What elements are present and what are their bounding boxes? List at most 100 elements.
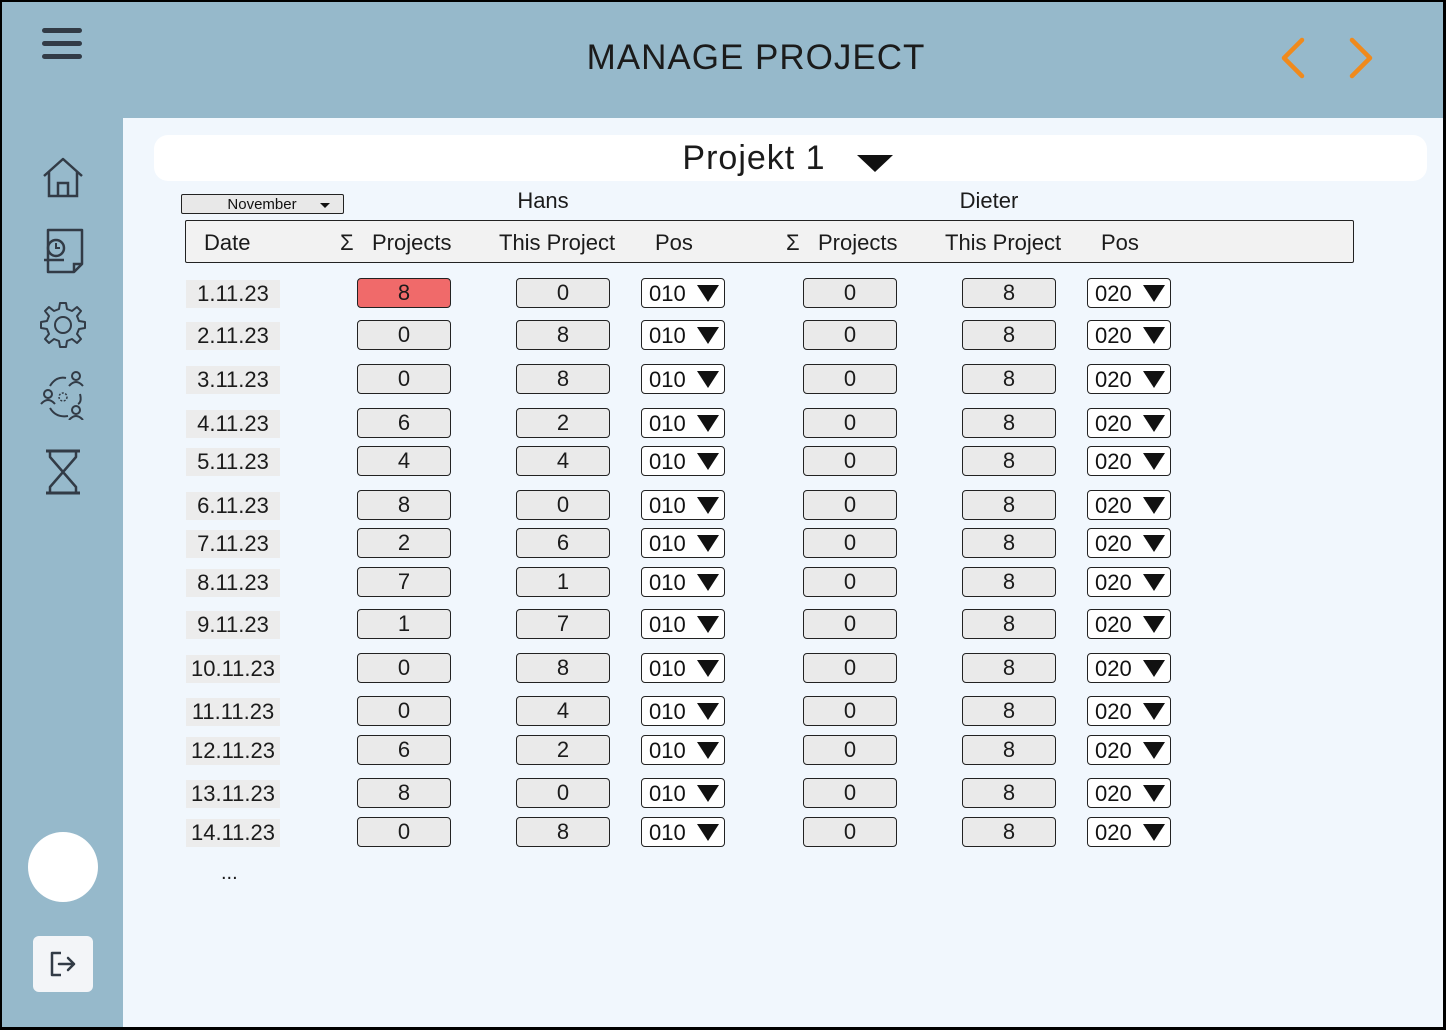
dieter-this-project-input[interactable]: 8 <box>962 320 1056 350</box>
dieter-this-project-input[interactable]: 8 <box>962 446 1056 476</box>
pos-select[interactable]: 010 <box>641 364 725 394</box>
pos-select[interactable]: 010 <box>641 320 725 350</box>
dieter-projects-input[interactable]: 0 <box>803 278 897 308</box>
pos-value: 020 <box>1095 411 1132 436</box>
hans-this-project-input[interactable]: 8 <box>516 817 610 847</box>
logout-button[interactable] <box>33 936 93 992</box>
hans-projects-input[interactable]: 2 <box>357 528 451 558</box>
dieter-this-project-input[interactable]: 8 <box>962 735 1056 765</box>
pos-select[interactable]: 020 <box>1087 320 1171 350</box>
pos-select[interactable]: 010 <box>641 778 725 808</box>
pos-select[interactable]: 020 <box>1087 567 1171 597</box>
dieter-this-project-input[interactable]: 8 <box>962 528 1056 558</box>
hans-this-project-input[interactable]: 1 <box>516 567 610 597</box>
hans-projects-input[interactable]: 0 <box>357 364 451 394</box>
pos-select[interactable]: 010 <box>641 490 725 520</box>
previous-arrow-icon[interactable] <box>1272 34 1312 82</box>
pos-select[interactable]: 020 <box>1087 778 1171 808</box>
dieter-this-project-input[interactable]: 8 <box>962 778 1056 808</box>
dieter-this-project-input[interactable]: 8 <box>962 653 1056 683</box>
pos-select[interactable]: 020 <box>1087 278 1171 308</box>
hans-this-project-input[interactable]: 7 <box>516 609 610 639</box>
pos-select[interactable]: 020 <box>1087 735 1171 765</box>
hans-projects-input[interactable]: 4 <box>357 446 451 476</box>
home-icon[interactable] <box>38 152 88 202</box>
hans-this-project-input[interactable]: 0 <box>516 778 610 808</box>
hans-projects-input[interactable]: 6 <box>357 408 451 438</box>
dieter-projects-input[interactable]: 0 <box>803 817 897 847</box>
month-select[interactable]: November <box>181 194 344 214</box>
pos-select[interactable]: 020 <box>1087 696 1171 726</box>
hans-projects-input[interactable]: 7 <box>357 567 451 597</box>
pos-select[interactable]: 010 <box>641 609 725 639</box>
pos-select[interactable]: 010 <box>641 817 725 847</box>
pos-select[interactable]: 020 <box>1087 817 1171 847</box>
timesheet-icon[interactable] <box>38 224 88 274</box>
dieter-this-project-input[interactable]: 8 <box>962 696 1056 726</box>
dieter-projects-input[interactable]: 0 <box>803 490 897 520</box>
dieter-this-project-input[interactable]: 8 <box>962 609 1056 639</box>
dieter-this-project-input[interactable]: 8 <box>962 490 1056 520</box>
dieter-projects-input[interactable]: 0 <box>803 778 897 808</box>
hans-projects-input[interactable]: 0 <box>357 653 451 683</box>
pos-select[interactable]: 010 <box>641 735 725 765</box>
pos-select[interactable]: 020 <box>1087 408 1171 438</box>
dieter-projects-input[interactable]: 0 <box>803 735 897 765</box>
dieter-projects-input[interactable]: 0 <box>803 408 897 438</box>
hans-projects-input[interactable]: 0 <box>357 817 451 847</box>
dieter-this-project-input[interactable]: 8 <box>962 364 1056 394</box>
pos-select[interactable]: 010 <box>641 278 725 308</box>
pos-select[interactable]: 020 <box>1087 490 1171 520</box>
pos-select[interactable]: 010 <box>641 567 725 597</box>
dieter-projects-input[interactable]: 0 <box>803 696 897 726</box>
hans-this-project-input[interactable]: 8 <box>516 653 610 683</box>
dieter-projects-input[interactable]: 0 <box>803 320 897 350</box>
dieter-projects-input[interactable]: 0 <box>803 567 897 597</box>
dieter-this-project-input[interactable]: 8 <box>962 408 1056 438</box>
hans-projects-input[interactable]: 0 <box>357 320 451 350</box>
hans-this-project-input[interactable]: 4 <box>516 696 610 726</box>
pos-select[interactable]: 020 <box>1087 446 1171 476</box>
pos-value: 010 <box>649 738 686 763</box>
hans-projects-input[interactable]: 1 <box>357 609 451 639</box>
dieter-this-project-input[interactable]: 8 <box>962 817 1056 847</box>
dieter-projects-input[interactable]: 0 <box>803 653 897 683</box>
hans-projects-input[interactable]: 8 <box>357 490 451 520</box>
pos-select[interactable]: 020 <box>1087 528 1171 558</box>
hans-this-project-input[interactable]: 2 <box>516 408 610 438</box>
dieter-this-project-input[interactable]: 8 <box>962 278 1056 308</box>
hourglass-icon[interactable] <box>38 446 88 496</box>
dropdown-caret-icon[interactable] <box>857 155 893 172</box>
hans-this-project-input[interactable]: 0 <box>516 490 610 520</box>
hans-projects-input[interactable]: 6 <box>357 735 451 765</box>
hans-projects-input[interactable]: 8 <box>357 278 451 308</box>
next-arrow-icon[interactable] <box>1342 34 1382 82</box>
dieter-projects-input[interactable]: 0 <box>803 528 897 558</box>
pos-select[interactable]: 010 <box>641 528 725 558</box>
hans-this-project-input[interactable]: 6 <box>516 528 610 558</box>
project-selector[interactable]: Projekt 1 <box>154 135 1427 181</box>
dieter-projects-input[interactable]: 0 <box>803 364 897 394</box>
dropdown-caret-icon <box>697 574 719 591</box>
hans-this-project-input[interactable]: 8 <box>516 364 610 394</box>
hans-projects-input[interactable]: 8 <box>357 778 451 808</box>
pos-select[interactable]: 020 <box>1087 609 1171 639</box>
pos-select[interactable]: 010 <box>641 696 725 726</box>
pos-select[interactable]: 010 <box>641 408 725 438</box>
hans-projects-input[interactable]: 0 <box>357 696 451 726</box>
dieter-projects-input[interactable]: 0 <box>803 609 897 639</box>
avatar[interactable] <box>28 832 98 902</box>
pos-select[interactable]: 010 <box>641 653 725 683</box>
pos-select[interactable]: 010 <box>641 446 725 476</box>
dieter-this-project-input[interactable]: 8 <box>962 567 1056 597</box>
hans-this-project-input[interactable]: 0 <box>516 278 610 308</box>
dieter-projects-input[interactable]: 0 <box>803 446 897 476</box>
team-icon[interactable] <box>38 370 88 420</box>
hans-this-project-input[interactable]: 4 <box>516 446 610 476</box>
hans-this-project-input[interactable]: 2 <box>516 735 610 765</box>
pos-select[interactable]: 020 <box>1087 364 1171 394</box>
pos-select[interactable]: 020 <box>1087 653 1171 683</box>
hans-this-project-input[interactable]: 8 <box>516 320 610 350</box>
settings-icon[interactable] <box>38 298 88 348</box>
col-head-sigma: Σ <box>340 230 354 255</box>
